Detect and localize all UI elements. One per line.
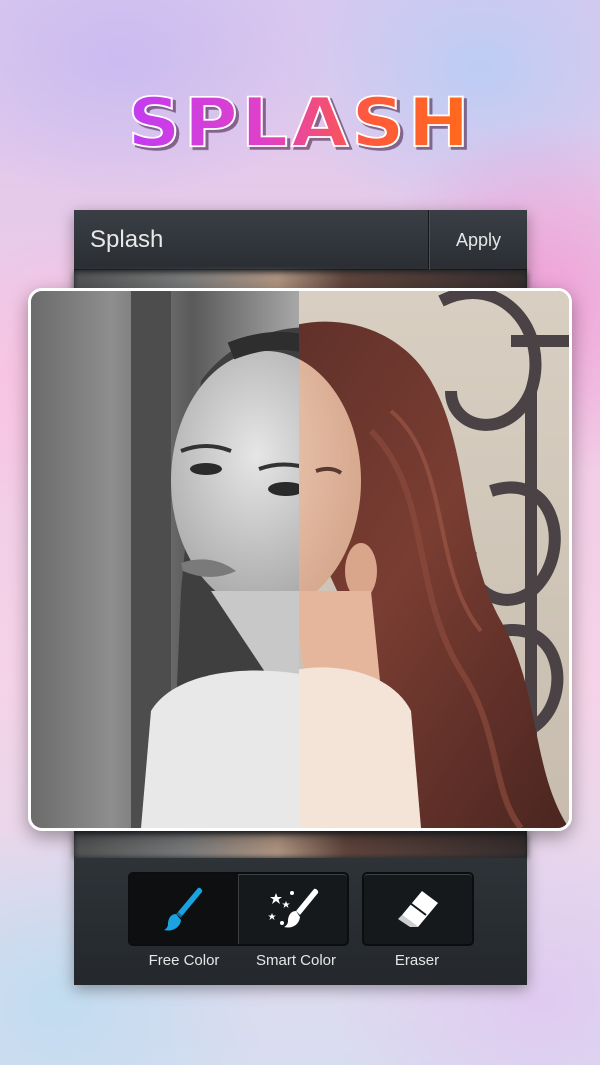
top-toolbar: Splash Apply xyxy=(74,210,527,270)
smart-color-label: Smart Color xyxy=(255,952,337,969)
eraser-icon xyxy=(398,891,438,927)
splash-banner-title: SPLASH xyxy=(0,78,600,168)
magic-wand-icon xyxy=(268,888,319,928)
blurred-preview-strip-bottom xyxy=(74,834,527,858)
brush-icon xyxy=(164,887,203,931)
smart-color-button[interactable] xyxy=(239,874,347,944)
screen-title: Splash xyxy=(90,226,164,253)
free-color-button[interactable] xyxy=(130,874,238,944)
photo-canvas[interactable] xyxy=(28,288,572,831)
portrait-photo xyxy=(31,291,569,828)
banner-title-text: SPLASH xyxy=(126,83,473,164)
color-mode-toggle-group xyxy=(128,872,349,946)
eraser-group xyxy=(362,872,474,946)
eraser-button[interactable] xyxy=(364,874,472,944)
apply-button[interactable]: Apply xyxy=(430,210,527,270)
toolbar-divider xyxy=(428,210,429,270)
free-color-label: Free Color xyxy=(148,952,220,969)
eraser-label: Eraser xyxy=(394,952,440,969)
